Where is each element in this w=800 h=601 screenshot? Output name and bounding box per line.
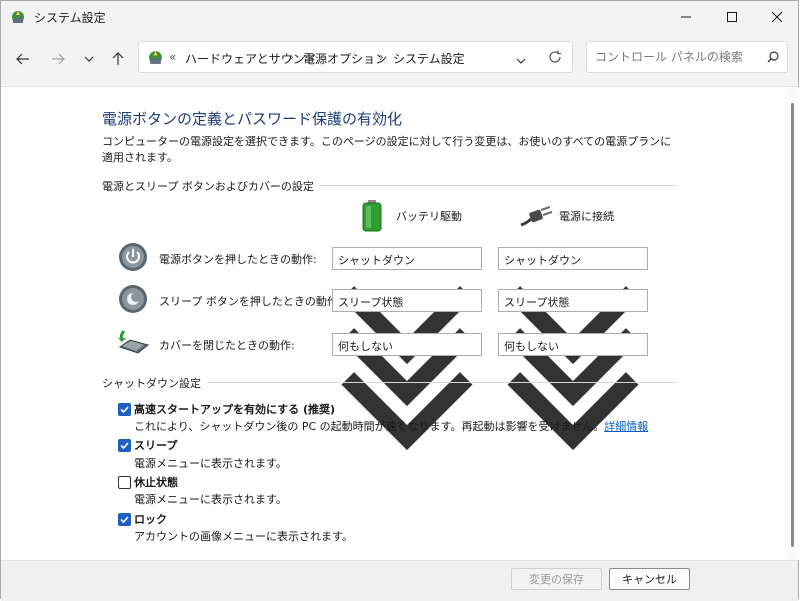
breadcrumb-hardware-sound[interactable]: ハードウェアとサウンド xyxy=(185,50,317,67)
sleep-checkbox[interactable] xyxy=(118,439,131,452)
navigation-bar: « ハードウェアとサウンド › 電源オプション › システム設定 xyxy=(1,32,798,87)
sleep-description: 電源メニューに表示されます。 xyxy=(134,457,287,470)
page-description: コンピューターの電源設定を選択できます。このページの設定に対して行う変更は、お使… xyxy=(102,135,672,164)
chevron-down-icon xyxy=(84,56,94,62)
hibernate-label[interactable]: 休止状態 xyxy=(134,474,178,490)
select-value: 何もしない xyxy=(338,340,393,353)
search-input[interactable] xyxy=(595,49,760,65)
breadcrumb-power-options[interactable]: 電源オプション xyxy=(303,50,387,67)
forward-button[interactable] xyxy=(47,48,69,70)
hibernate-checkbox[interactable] xyxy=(118,476,131,489)
sleep-button-icon xyxy=(119,285,147,313)
sleep-button-label: スリープ ボタンを押したときの動作: xyxy=(159,295,342,308)
save-changes-button[interactable]: 変更の保存 xyxy=(511,568,602,590)
power-button-battery-select[interactable]: シャットダウン xyxy=(332,247,482,365)
address-bar[interactable]: « ハードウェアとサウンド › 電源オプション › システム設定 xyxy=(138,41,573,73)
search-icon[interactable] xyxy=(767,51,779,63)
breadcrumb-system-settings[interactable]: システム設定 xyxy=(393,50,465,67)
refresh-icon xyxy=(549,50,561,63)
lock-description: アカウントの画像メニューに表示されます。 xyxy=(134,530,353,543)
power-button-icon xyxy=(119,243,147,271)
sleep-button-plugged-select[interactable]: スリープ状態 xyxy=(498,289,648,407)
vertical-scrollbar[interactable] xyxy=(785,87,799,560)
search-box xyxy=(586,41,788,73)
plugged-column-header: 電源に接続 xyxy=(559,210,614,223)
hibernate-description: 電源メニューに表示されます。 xyxy=(134,493,287,506)
shutdown-section-title: シャットダウン設定 xyxy=(102,375,207,391)
chevron-down-icon xyxy=(507,372,639,451)
page-title: 電源ボタンの定義とパスワード保護の有効化 xyxy=(102,110,403,128)
select-value: シャットダウン xyxy=(504,254,581,267)
chevron-down-icon xyxy=(341,372,473,451)
control-panel-icon xyxy=(149,51,162,64)
power-button-plugged-select[interactable]: シャットダウン xyxy=(498,247,648,365)
window: システム設定 « ハードウェアとサウンド › 電源オプション › システム設定 … xyxy=(0,0,799,601)
checkmark-icon xyxy=(120,406,129,414)
lid-close-label: カバーを閉じたときの動作: xyxy=(159,339,295,352)
arrow-left-icon xyxy=(16,53,29,65)
power-section-title: 電源とスリープ ボタンおよびカバーの設定 xyxy=(102,178,320,194)
select-value: スリープ状態 xyxy=(504,296,570,309)
breadcrumb-separator[interactable]: › xyxy=(379,50,384,64)
refresh-button[interactable] xyxy=(548,50,562,67)
laptop-lid-icon xyxy=(118,329,150,354)
arrow-right-icon xyxy=(52,53,65,65)
arrow-up-icon xyxy=(112,52,124,65)
sleep-button-battery-select[interactable]: スリープ状態 xyxy=(332,289,482,407)
address-history-button[interactable] xyxy=(516,53,526,67)
minimize-icon xyxy=(681,16,691,17)
maximize-button[interactable] xyxy=(709,1,755,32)
power-button-label: 電源ボタンを押したときの動作: xyxy=(159,253,317,266)
fast-startup-label[interactable]: 高速スタートアップを有効にする (推奨) xyxy=(134,401,335,417)
power-plug-icon xyxy=(520,206,553,227)
select-value: スリープ状態 xyxy=(338,296,404,309)
battery-column-header: バッテリ駆動 xyxy=(396,210,462,223)
chevron-down-icon xyxy=(516,58,526,64)
checkmark-icon xyxy=(120,442,129,450)
close-button[interactable] xyxy=(754,1,800,32)
more-info-link[interactable]: 詳細情報 xyxy=(604,420,648,433)
breadcrumb-overflow[interactable]: « xyxy=(169,50,176,64)
lid-close-battery-select[interactable]: 何もしない xyxy=(332,333,482,451)
fast-startup-checkbox[interactable] xyxy=(118,403,131,416)
title-bar: システム設定 xyxy=(1,1,798,32)
recent-locations-button[interactable] xyxy=(78,48,100,70)
maximize-icon xyxy=(727,11,737,22)
lock-checkbox[interactable] xyxy=(118,513,131,526)
footer-bar: 変更の保存 キャンセル xyxy=(1,560,798,601)
checkmark-icon xyxy=(120,516,129,524)
window-title: システム設定 xyxy=(34,11,106,25)
content-area: 電源ボタンの定義とパスワード保護の有効化 コンピューターの電源設定を選択できます… xyxy=(1,87,785,560)
control-panel-icon xyxy=(12,11,24,23)
lock-label[interactable]: ロック xyxy=(134,511,167,527)
select-value: シャットダウン xyxy=(338,254,415,267)
select-value: 何もしない xyxy=(504,340,559,353)
sleep-label[interactable]: スリープ xyxy=(134,437,177,453)
lid-close-plugged-select[interactable]: 何もしない xyxy=(498,333,648,451)
up-button[interactable] xyxy=(107,48,129,70)
close-icon xyxy=(772,11,782,22)
minimize-button[interactable] xyxy=(663,1,709,32)
scrollbar-thumb[interactable] xyxy=(791,103,794,547)
fast-startup-description-text: これにより、シャットダウン後の PC の起動時間が速くなります。再起動は影響を受… xyxy=(134,420,605,433)
fast-startup-description: これにより、シャットダウン後の PC の起動時間が速くなります。再起動は影響を受… xyxy=(134,418,648,434)
back-button[interactable] xyxy=(12,48,34,70)
cancel-button[interactable]: キャンセル xyxy=(609,568,690,590)
battery-icon xyxy=(362,200,382,232)
breadcrumb-separator[interactable]: › xyxy=(289,50,294,64)
